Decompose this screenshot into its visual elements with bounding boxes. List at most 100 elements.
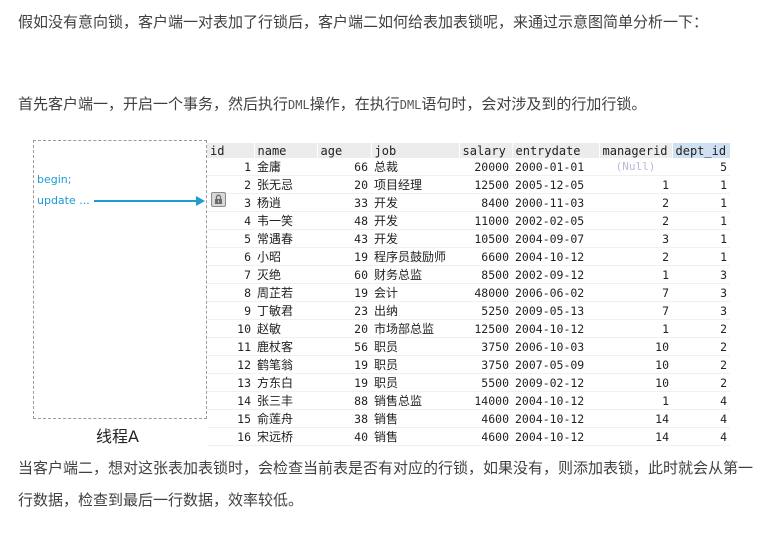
table-row[interactable]: 14 张三丰 88 销售总监 14000 2004-10-12 1 4 [207,391,730,410]
cell-salary[interactable]: 8400 [459,193,512,212]
cell-id[interactable]: 8 [207,283,254,302]
cell-name[interactable]: 韦一笑 [254,211,317,230]
cell-managerid[interactable]: 1 [599,175,672,194]
table-row[interactable]: 13 方东白 19 职员 5500 2009-02-12 10 2 [207,373,730,392]
cell-dept-id[interactable]: 2 [672,355,730,374]
cell-age[interactable]: 66 [317,158,371,176]
cell-age[interactable]: 43 [317,229,371,248]
cell-age[interactable]: 40 [317,427,371,446]
cell-id[interactable]: 16 [207,427,254,446]
cell-job[interactable]: 项目经理 [371,175,459,194]
cell-age[interactable]: 20 [317,175,371,194]
cell-dept-id[interactable]: 2 [672,319,730,338]
cell-id[interactable]: 11 [207,337,254,356]
cell-name[interactable]: 方东白 [254,373,317,392]
table-row[interactable]: 4 韦一笑 48 开发 11000 2002-02-05 2 1 [207,211,730,230]
table-row[interactable]: 8 周芷若 19 会计 48000 2006-06-02 7 3 [207,283,730,302]
cell-salary[interactable]: 20000 [459,158,512,176]
table-row[interactable]: 16 宋远桥 40 销售 4600 2004-10-12 14 4 [207,427,730,446]
cell-salary[interactable]: 5250 [459,301,512,320]
table-row[interactable]: 6 小昭 19 程序员鼓励师 6600 2004-10-12 2 1 [207,247,730,266]
table-row[interactable]: 1 金庸 66 总裁 20000 2000-01-01 (Null) 5 [207,158,730,176]
column-header-id[interactable]: id [207,143,255,158]
cell-job[interactable]: 开发 [371,211,459,230]
cell-dept-id[interactable]: 1 [672,193,730,212]
cell-managerid[interactable]: 7 [599,301,672,320]
cell-name[interactable]: 金庸 [254,158,317,176]
cell-dept-id[interactable]: 3 [672,265,730,284]
cell-job[interactable]: 职员 [371,337,459,356]
cell-id[interactable]: 13 [207,373,254,392]
cell-name[interactable]: 丁敏君 [254,301,317,320]
cell-age[interactable]: 20 [317,319,371,338]
cell-salary[interactable]: 3750 [459,337,512,356]
table-row[interactable]: 3 杨逍 33 开发 8400 2000-11-03 2 1 [207,193,730,212]
cell-name[interactable]: 小昭 [254,247,317,266]
cell-id[interactable]: 4 [207,211,254,230]
cell-dept-id[interactable]: 4 [672,391,730,410]
cell-managerid[interactable]: 14 [599,409,672,428]
cell-entrydate[interactable]: 2000-11-03 [512,193,599,212]
cell-id[interactable]: 2 [207,175,254,194]
cell-dept-id[interactable]: 2 [672,337,730,356]
cell-entrydate[interactable]: 2006-06-02 [512,283,599,302]
cell-job[interactable]: 开发 [371,229,459,248]
cell-job[interactable]: 市场部总监 [371,319,459,338]
cell-age[interactable]: 19 [317,283,371,302]
cell-id[interactable]: 12 [207,355,254,374]
cell-age[interactable]: 19 [317,247,371,266]
cell-age[interactable]: 33 [317,193,371,212]
table-row[interactable]: 12 鹤笔翁 19 职员 3750 2007-05-09 10 2 [207,355,730,374]
cell-job[interactable]: 程序员鼓励师 [371,247,459,266]
cell-salary[interactable]: 11000 [459,211,512,230]
cell-salary[interactable]: 14000 [459,391,512,410]
cell-dept-id[interactable]: 4 [672,427,730,446]
cell-managerid[interactable]: 1 [599,319,672,338]
cell-name[interactable]: 张无忌 [254,175,317,194]
cell-dept-id[interactable]: 1 [672,247,730,266]
cell-dept-id[interactable]: 1 [672,211,730,230]
cell-entrydate[interactable]: 2004-10-12 [512,409,599,428]
cell-entrydate[interactable]: 2004-09-07 [512,229,599,248]
cell-age[interactable]: 19 [317,373,371,392]
cell-entrydate[interactable]: 2004-10-12 [512,427,599,446]
cell-entrydate[interactable]: 2004-10-12 [512,319,599,338]
cell-entrydate[interactable]: 2009-02-12 [512,373,599,392]
cell-id[interactable]: 10 [207,319,254,338]
cell-entrydate[interactable]: 2007-05-09 [512,355,599,374]
cell-dept-id[interactable]: 4 [672,409,730,428]
cell-job[interactable]: 职员 [371,373,459,392]
cell-job[interactable]: 出纳 [371,301,459,320]
cell-age[interactable]: 38 [317,409,371,428]
cell-age[interactable]: 60 [317,265,371,284]
cell-name[interactable]: 杨逍 [254,193,317,212]
table-row[interactable]: 9 丁敏君 23 出纳 5250 2009-05-13 7 3 [207,301,730,320]
table-row[interactable]: 7 灭绝 60 财务总监 8500 2002-09-12 1 3 [207,265,730,284]
column-header-age[interactable]: age [317,143,372,158]
cell-job[interactable]: 总裁 [371,158,459,176]
cell-managerid[interactable]: 2 [599,247,672,266]
cell-job[interactable]: 职员 [371,355,459,374]
column-header-name[interactable]: name [254,143,318,158]
cell-salary[interactable]: 4600 [459,427,512,446]
cell-id[interactable]: 7 [207,265,254,284]
cell-managerid[interactable]: 2 [599,193,672,212]
cell-managerid[interactable]: 14 [599,427,672,446]
column-header-dept-id[interactable]: dept_id [672,143,731,158]
cell-salary[interactable]: 3750 [459,355,512,374]
cell-name[interactable]: 鹿杖客 [254,337,317,356]
table-row[interactable]: 10 赵敏 20 市场部总监 12500 2004-10-12 1 2 [207,319,730,338]
cell-dept-id[interactable]: 1 [672,229,730,248]
cell-salary[interactable]: 6600 [459,247,512,266]
cell-managerid[interactable]: 3 [599,229,672,248]
cell-entrydate[interactable]: 2004-10-12 [512,391,599,410]
cell-salary[interactable]: 8500 [459,265,512,284]
cell-entrydate[interactable]: 2002-02-05 [512,211,599,230]
cell-age[interactable]: 56 [317,337,371,356]
cell-entrydate[interactable]: 2009-05-13 [512,301,599,320]
cell-salary[interactable]: 4600 [459,409,512,428]
cell-job[interactable]: 开发 [371,193,459,212]
cell-age[interactable]: 23 [317,301,371,320]
cell-name[interactable]: 赵敏 [254,319,317,338]
cell-age[interactable]: 88 [317,391,371,410]
